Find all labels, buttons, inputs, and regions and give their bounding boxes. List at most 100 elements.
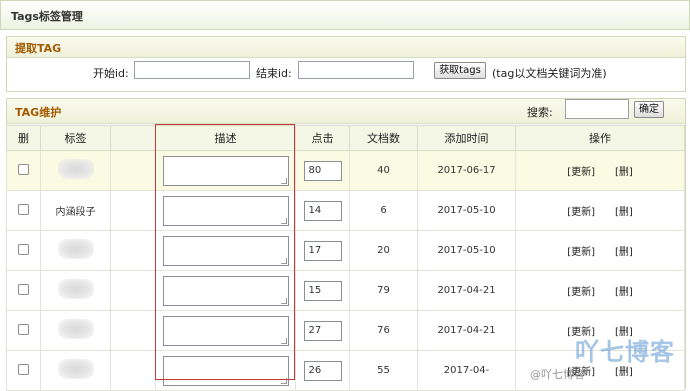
docs-count: 6 (349, 190, 418, 231)
description-cell (155, 270, 296, 311)
end-id-label: 结束id: (256, 67, 292, 80)
col-date-header: 添加时间 (417, 125, 516, 151)
row-checkbox[interactable] (18, 203, 29, 215)
update-link[interactable]: [更新] (567, 167, 595, 178)
col-docs-header: 文档数 (349, 125, 418, 151)
extract-note: (tag以文档关键词为准) (492, 67, 607, 80)
col-actions-header: 操作 (515, 125, 685, 151)
actions-cell: [更新] [删] (515, 150, 685, 191)
description-textarea[interactable] (162, 155, 289, 186)
row-checkbox[interactable] (18, 323, 29, 335)
clicks-input[interactable]: 80 (303, 160, 342, 181)
docs-count: 55 (349, 350, 418, 391)
tag-name-blurred (57, 159, 94, 179)
update-link[interactable]: [更新] (567, 207, 595, 218)
clicks-input[interactable]: 14 (303, 200, 342, 221)
row-checkbox-cell (6, 310, 41, 351)
spacer-cell (110, 270, 156, 311)
description-textarea[interactable] (162, 235, 289, 266)
row-checkbox-cell (6, 350, 41, 391)
update-link[interactable]: [更新] (567, 287, 595, 298)
clicks-input[interactable]: 15 (303, 280, 342, 301)
get-tags-button[interactable]: 获取tags (434, 62, 486, 79)
clicks-input[interactable]: 26 (303, 360, 342, 381)
docs-count: 76 (349, 310, 418, 351)
col-clicks-header: 点击 (295, 125, 350, 151)
description-cell (155, 350, 296, 391)
delete-link[interactable]: [删] (615, 167, 633, 178)
row-checkbox[interactable] (18, 283, 29, 295)
row-checkbox-cell (6, 150, 41, 191)
tag-name: 内涵段子 (55, 207, 96, 218)
tag-cell (40, 150, 111, 191)
table-row: 内涵段子 14 6 2017-05-10 [更新] [删] (6, 190, 685, 231)
extract-header-label: 提取TAG (15, 42, 62, 55)
clicks-cell: 27 (295, 310, 350, 351)
clicks-cell: 14 (295, 190, 350, 231)
added-date: 2017-05-10 (417, 230, 516, 271)
spacer-cell (110, 150, 156, 191)
added-date: 2017-06-17 (417, 150, 516, 191)
start-id-input[interactable] (134, 61, 250, 79)
tag-cell (40, 230, 111, 271)
update-link[interactable]: [更新] (567, 247, 595, 258)
actions-cell: [更新] [删] (515, 230, 685, 271)
clicks-cell: 15 (295, 270, 350, 311)
delete-link[interactable]: [删] (615, 287, 633, 298)
table-row: 17 20 2017-05-10 [更新] [删] (6, 230, 685, 271)
row-checkbox[interactable] (18, 363, 29, 375)
end-id-input[interactable] (298, 61, 414, 79)
clicks-input[interactable]: 17 (303, 240, 342, 261)
tag-name-blurred (57, 279, 94, 299)
docs-count: 79 (349, 270, 418, 311)
description-cell (155, 150, 296, 191)
added-date: 2017-04-21 (417, 310, 516, 351)
description-textarea[interactable] (162, 355, 289, 386)
tag-cell (40, 310, 111, 351)
description-textarea[interactable] (162, 315, 289, 346)
row-checkbox-cell (6, 190, 41, 231)
description-cell (155, 310, 296, 351)
delete-link[interactable]: [删] (615, 207, 633, 218)
watermark-logo: 吖七博客 (575, 338, 675, 366)
actions-cell: [更新] [删] (515, 190, 685, 231)
description-cell (155, 230, 296, 271)
row-checkbox-cell (6, 270, 41, 311)
delete-link[interactable]: [删] (615, 367, 633, 378)
added-date: 2017-04-21 (417, 270, 516, 311)
table-header-row: 删 标签 描述 点击 文档数 添加时间 操作 (6, 125, 685, 151)
description-textarea[interactable] (162, 195, 289, 226)
row-checkbox[interactable] (18, 163, 29, 175)
added-date: 2017-05-10 (417, 190, 516, 231)
clicks-input[interactable]: 27 (303, 320, 342, 341)
clicks-cell: 17 (295, 230, 350, 271)
description-textarea[interactable] (162, 275, 289, 306)
col-tag-header: 标签 (40, 125, 111, 151)
tag-cell (40, 350, 111, 391)
clicks-cell: 80 (295, 150, 350, 191)
tag-name-blurred (57, 239, 94, 259)
spacer-cell (110, 190, 156, 231)
col-spacer-header (110, 125, 156, 151)
search-confirm-button[interactable]: 确定 (634, 101, 664, 118)
watermark-handle: @吖七博客 (530, 368, 585, 381)
clicks-cell: 26 (295, 350, 350, 391)
row-checkbox[interactable] (18, 243, 29, 255)
added-date: 2017-04- (417, 350, 516, 391)
tag-name-blurred (57, 359, 94, 379)
description-cell (155, 190, 296, 231)
start-id-label: 开始id: (93, 67, 129, 80)
table-row: 15 79 2017-04-21 [更新] [删] (6, 270, 685, 311)
search-input[interactable] (565, 99, 629, 119)
page-title: Tags标签管理 (11, 10, 83, 23)
tag-cell (40, 270, 111, 311)
row-checkbox-cell (6, 230, 41, 271)
delete-link[interactable]: [删] (615, 247, 633, 258)
actions-cell: [更新] [删] (515, 270, 685, 311)
extract-header: 提取TAG (7, 37, 685, 58)
spacer-cell (110, 350, 156, 391)
search-label: 搜索: (527, 106, 553, 119)
tag-cell: 内涵段子 (40, 190, 111, 231)
tag-name-blurred (57, 319, 94, 339)
col-delete-header: 删 (6, 125, 41, 151)
